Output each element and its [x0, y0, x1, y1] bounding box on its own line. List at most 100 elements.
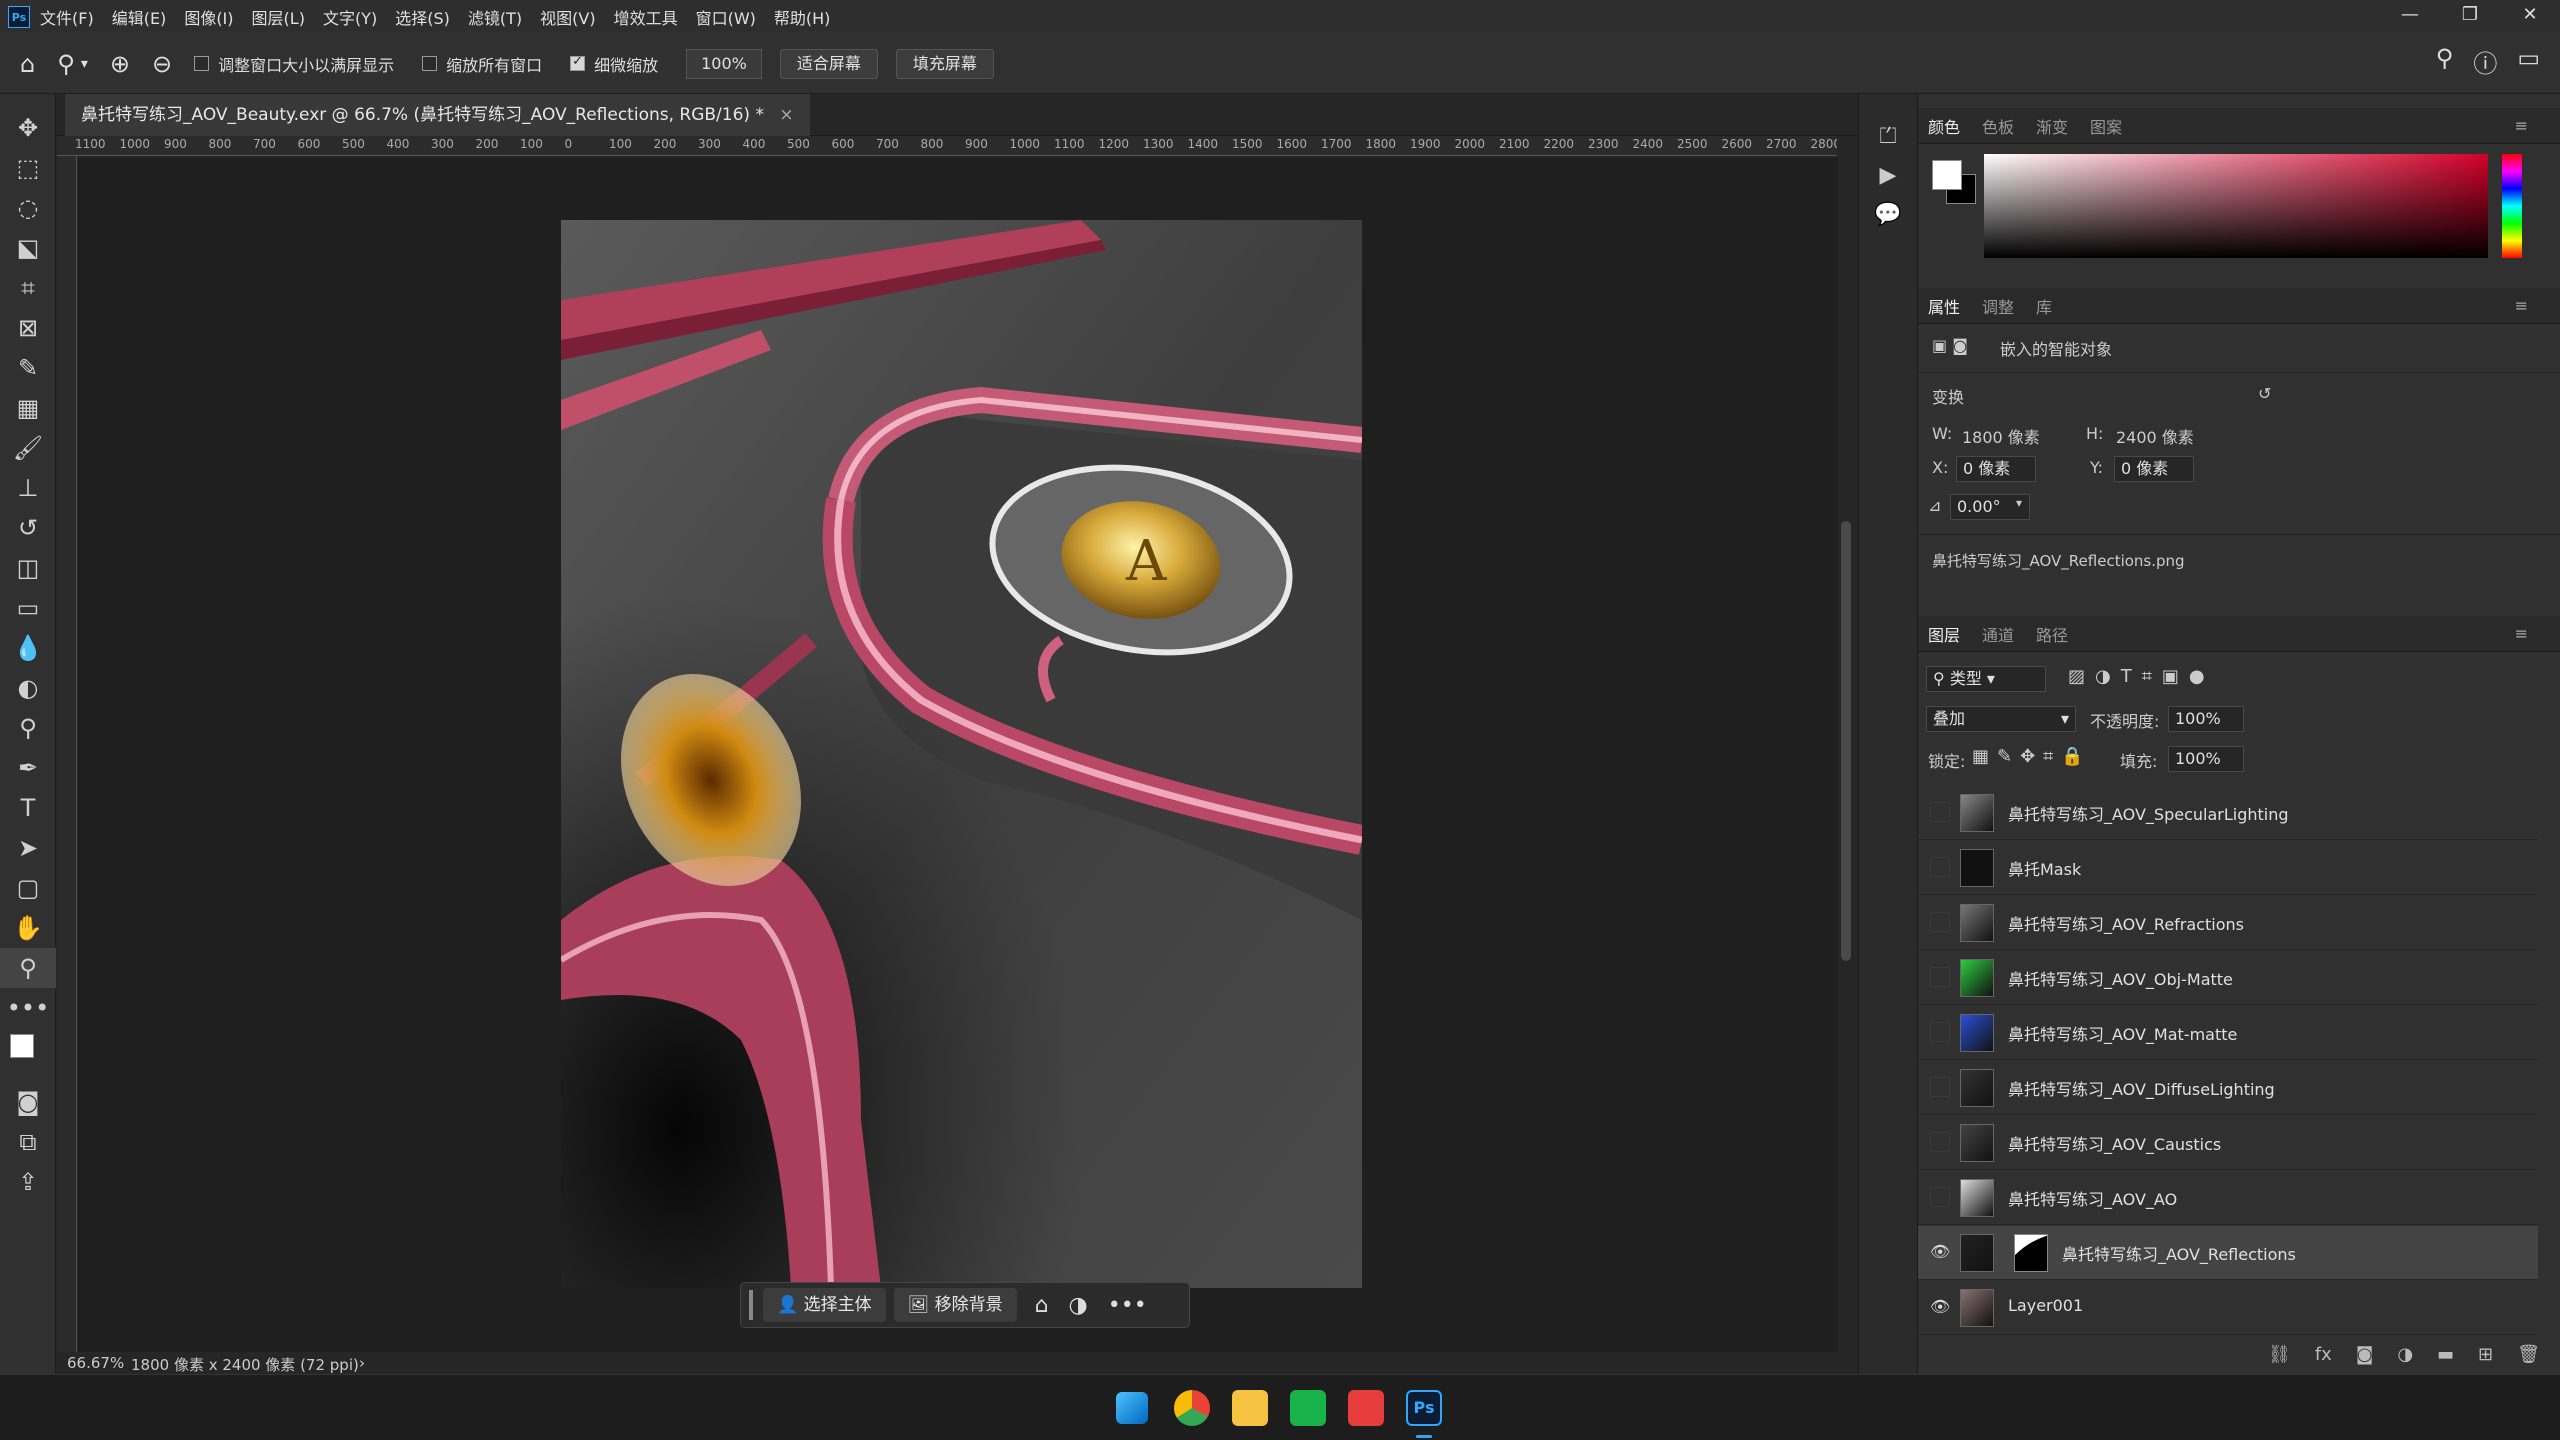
vertical-scrollbar[interactable] — [1838, 136, 1854, 1352]
blend-mode-dropdown[interactable]: 叠加 ▾ — [1926, 706, 2076, 732]
fit-screen-button[interactable]: 适合屏幕 — [779, 48, 878, 79]
tab-libraries[interactable]: 库 — [2036, 294, 2052, 318]
layer-row[interactable]: 鼻托特写练习_AOV_Mat-matte — [1918, 1006, 2538, 1060]
more-options-icon[interactable]: ••• — [1108, 1293, 1147, 1318]
layer-thumbnail[interactable] — [1960, 904, 1994, 942]
chevron-down-icon[interactable]: ▾ — [2016, 496, 2022, 510]
fill-field[interactable]: 100% — [2168, 746, 2244, 772]
photoshop-taskbar-icon[interactable]: Ps — [1406, 1390, 1442, 1426]
delete-layer-icon[interactable]: 🗑 — [2517, 1344, 2540, 1365]
tab-swatches[interactable]: 色板 — [1982, 114, 2014, 138]
menu-select[interactable]: 选择(S) — [395, 5, 450, 29]
chrome-icon[interactable] — [1174, 1390, 1210, 1426]
status-menu-arrow[interactable]: › — [359, 1354, 365, 1372]
brush-tool-icon[interactable]: 🖌 — [0, 428, 56, 468]
pen-tool-icon[interactable]: ✒ — [0, 748, 56, 788]
menu-plugins[interactable]: 增效工具 — [614, 5, 678, 29]
panel-menu-icon[interactable]: ≡ — [2515, 116, 2528, 135]
checkbox-box[interactable] — [422, 56, 438, 71]
adjustment-layer-icon[interactable]: ◑ — [2397, 1344, 2413, 1365]
menu-window[interactable]: 窗口(W) — [696, 5, 756, 29]
eraser-tool-icon[interactable]: ◫ — [0, 548, 56, 588]
layer-mask-thumbnail[interactable] — [2014, 1234, 2048, 1272]
lock-icons[interactable]: ▦✎✥⌗🔒 — [1972, 746, 2092, 767]
zoom-tool-preset-icon[interactable]: ⚲ — [57, 50, 75, 78]
eye-hidden-icon[interactable] — [1930, 1077, 1950, 1097]
healing-tool-icon[interactable]: ▦ — [0, 388, 56, 428]
add-mask-icon[interactable]: ◙ — [2356, 1344, 2373, 1365]
height-value[interactable]: 2400 像素 — [2116, 424, 2194, 448]
stamp-tool-icon[interactable]: ⊥ — [0, 468, 56, 508]
marquee-tool-icon[interactable]: ⬚ — [0, 148, 56, 188]
layer-row[interactable]: 鼻托特写练习_AOV_DiffuseLighting — [1918, 1061, 2538, 1115]
tab-patterns[interactable]: 图案 — [2090, 114, 2122, 138]
blur-tool-icon[interactable]: 💧 — [0, 628, 56, 668]
tab-gradients[interactable]: 渐变 — [2036, 114, 2068, 138]
menu-type[interactable]: 文字(Y) — [323, 5, 377, 29]
tab-layers[interactable]: 图层 — [1928, 622, 1960, 646]
adjustment-icon[interactable]: ◑ — [1069, 1293, 1088, 1318]
menu-edit[interactable]: 编辑(E) — [112, 5, 167, 29]
lasso-tool-icon[interactable]: ◌ — [0, 188, 56, 228]
object-selection-tool-icon[interactable]: ⬕ — [0, 228, 56, 268]
dodge-tool-icon[interactable]: ◐ — [0, 668, 56, 708]
checkbox-box[interactable] — [194, 56, 210, 71]
layer-row[interactable]: 鼻托特写练习_AOV_Caustics — [1918, 1116, 2538, 1170]
app-green-icon[interactable] — [1290, 1390, 1326, 1426]
zoom-all-windows-checkbox[interactable]: 缩放所有窗口 — [422, 52, 542, 76]
layer-row[interactable]: 鼻托Mask — [1918, 841, 2538, 895]
eye-hidden-icon[interactable] — [1930, 1132, 1950, 1152]
resize-windows-checkbox[interactable]: 调整窗口大小以满屏显示 — [194, 52, 394, 76]
home-icon[interactable]: ⌂ — [20, 50, 35, 78]
frame-tool-icon[interactable]: ⊠ — [0, 308, 56, 348]
eye-icon[interactable]: 👁 — [1930, 1297, 1950, 1317]
comments-panel-icon[interactable]: 💬 — [1859, 202, 1917, 227]
menu-image[interactable]: 图像(I) — [184, 5, 233, 29]
help-icon[interactable]: ⓘ — [2473, 44, 2497, 79]
new-group-icon[interactable]: ▬ — [2437, 1344, 2454, 1365]
scroll-thumb[interactable] — [1841, 521, 1851, 961]
windows-start-icon[interactable] — [1116, 1392, 1148, 1424]
fx-icon[interactable]: fx — [2315, 1344, 2332, 1365]
width-value[interactable]: 1800 像素 — [1962, 424, 2040, 448]
menu-view[interactable]: 视图(V) — [540, 5, 595, 29]
zoom-percent-field[interactable]: 100% — [686, 48, 762, 79]
status-zoom[interactable]: 66.67% — [67, 1354, 124, 1372]
color-picker-field[interactable] — [1984, 154, 2488, 258]
tab-adjustments[interactable]: 调整 — [1982, 294, 2014, 318]
menu-filter[interactable]: 滤镜(T) — [468, 5, 522, 29]
eye-hidden-icon[interactable] — [1930, 1187, 1950, 1207]
restore-icon[interactable]: ❐ — [2440, 0, 2500, 34]
close-icon[interactable]: ✕ — [2500, 0, 2560, 34]
lasso-icon[interactable]: ⌂ — [1035, 1293, 1049, 1318]
layer-thumbnail[interactable] — [1960, 959, 1994, 997]
minimize-icon[interactable]: — — [2380, 0, 2440, 34]
search-icon[interactable]: ⚲ — [2436, 44, 2454, 79]
eye-icon[interactable]: 👁 — [1930, 1242, 1950, 1262]
more-tools-icon[interactable]: ••• — [0, 988, 56, 1028]
color-swatches[interactable] — [0, 1028, 56, 1070]
gradient-tool-icon[interactable]: ▭ — [0, 588, 56, 628]
foreground-color-icon[interactable] — [10, 1034, 34, 1058]
reset-transform-icon[interactable]: ↺ — [2258, 384, 2271, 403]
foreground-color-icon[interactable] — [1932, 160, 1962, 190]
type-tool-icon[interactable]: T — [0, 788, 56, 828]
scrubby-zoom-checkbox[interactable]: 细微缩放 — [570, 52, 658, 76]
layer-thumbnail[interactable] — [1960, 1014, 1994, 1052]
share-icon[interactable]: ⇪ — [0, 1162, 56, 1202]
app-red-icon[interactable] — [1348, 1390, 1384, 1426]
zoom-tool-icon[interactable]: ⚲ — [0, 948, 56, 988]
menu-help[interactable]: 帮助(H) — [774, 5, 831, 29]
zoom-out-icon[interactable]: ⊖ — [152, 50, 172, 78]
link-layers-icon[interactable]: ⛓ — [2268, 1344, 2291, 1365]
eyedropper-tool-icon[interactable]: ✎ — [0, 348, 56, 388]
layer-row[interactable]: 👁 鼻托特写练习_AOV_Reflections — [1918, 1226, 2538, 1280]
layer-thumbnail[interactable] — [1960, 1289, 1994, 1327]
layer-row[interactable]: 👁 Layer001 — [1918, 1281, 2538, 1335]
tab-channels[interactable]: 通道 — [1982, 622, 2014, 646]
eye-hidden-icon[interactable] — [1930, 857, 1950, 877]
select-subject-button[interactable]: 👤 选择主体 — [763, 1288, 886, 1322]
eye-hidden-icon[interactable] — [1930, 802, 1950, 822]
workspace-icon[interactable]: ▭ — [2517, 44, 2540, 79]
x-position-field[interactable]: 0 像素 — [1956, 456, 2036, 482]
